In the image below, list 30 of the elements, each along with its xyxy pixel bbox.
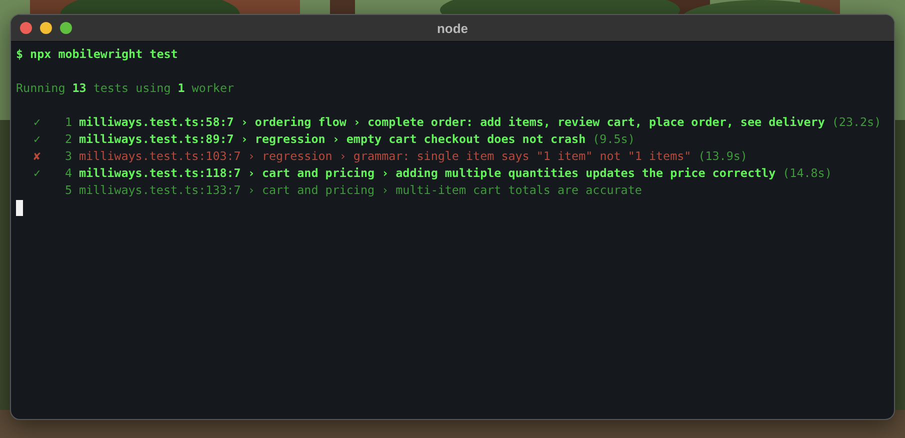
test-duration: (23.2s) (832, 114, 882, 131)
test-duration: (13.9s) (698, 148, 748, 165)
test-count: 13 (72, 80, 86, 97)
worker-count: 1 (178, 80, 185, 97)
test-number: 1 (64, 114, 72, 131)
test-number: 4 (64, 165, 72, 182)
command-text: npx mobilewright test (30, 46, 178, 63)
status-mark: ✓ (32, 165, 42, 182)
window-title: node (436, 20, 468, 36)
test-title: milliways.test.ts:58:7 › ordering flow › complete order: add items, review cart, place order, see delivery (79, 114, 825, 131)
prompt-symbol: $ (16, 46, 24, 63)
test-number: 5 (64, 182, 72, 199)
status-mark: ✘ (32, 148, 42, 165)
maximize-button[interactable] (60, 22, 72, 34)
status-mark: ✓ (32, 131, 42, 148)
test-duration: (14.8s) (782, 165, 832, 182)
summary-text: tests using (93, 80, 171, 97)
test-number: 3 (64, 148, 72, 165)
status-mark: ✓ (32, 114, 42, 131)
summary-text: worker (192, 80, 234, 97)
test-title: milliways.test.ts:89:7 › regression › empty cart checkout does not crash (79, 131, 586, 148)
text-cursor (16, 200, 23, 216)
minimize-button[interactable] (40, 22, 52, 34)
test-title: milliways.test.ts:103:7 › regression › grammar: single item says "1 item" not "1 items" (79, 148, 692, 165)
test-title: milliways.test.ts:118:7 › cart and pricing › adding multiple quantities updates the price correctly (79, 165, 776, 182)
test-title: milliways.test.ts:133:7 › cart and pricing › multi-item cart totals are accurate (79, 182, 642, 199)
test-number: 2 (64, 131, 72, 148)
close-button[interactable] (20, 22, 32, 34)
summary-text: Running (16, 80, 66, 97)
test-duration: (9.5s) (592, 131, 635, 148)
